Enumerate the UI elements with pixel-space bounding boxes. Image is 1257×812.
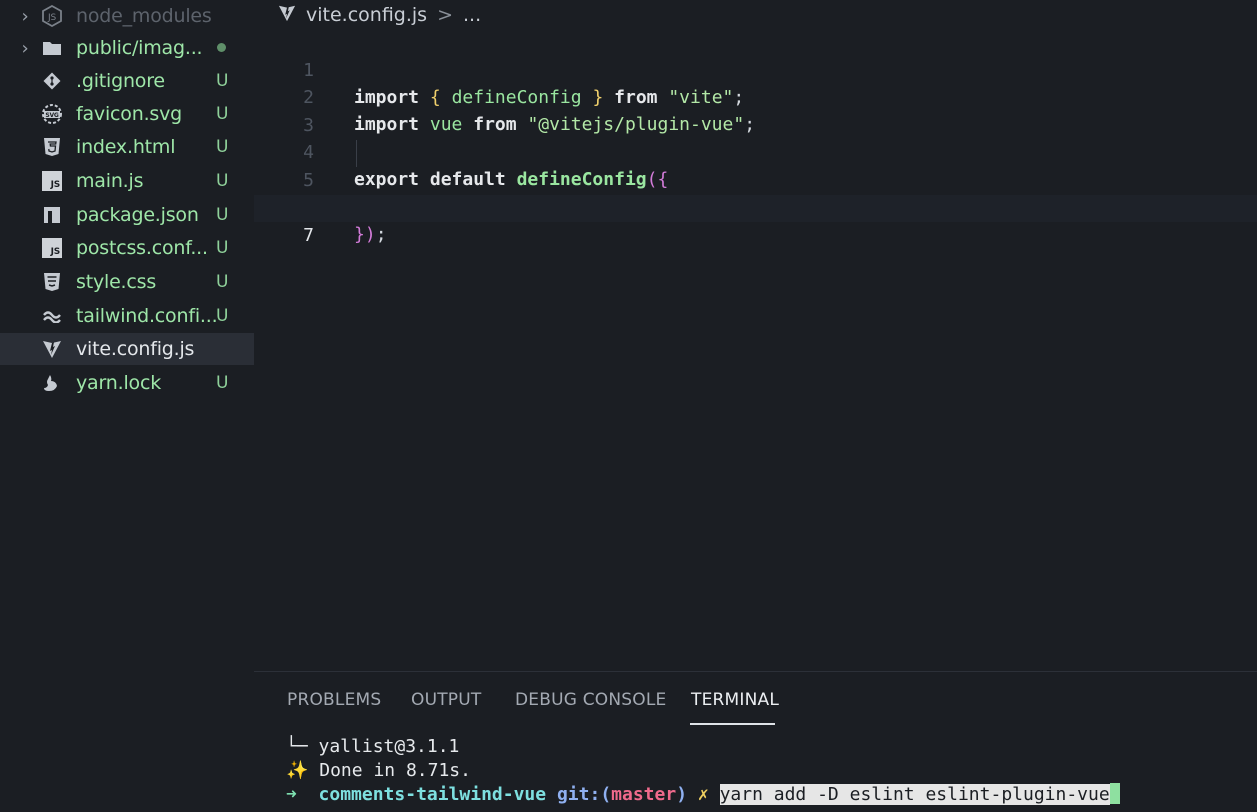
vite-icon bbox=[40, 337, 64, 361]
svg-text:SVG: SVG bbox=[45, 112, 59, 119]
explorer-item-favicon[interactable]: SVG favicon.svg U bbox=[0, 98, 254, 130]
git-icon bbox=[40, 69, 64, 93]
sparkles-icon: ✨ bbox=[286, 760, 309, 781]
untracked-status: U bbox=[216, 104, 229, 124]
terminal-command[interactable]: yarn add -D eslint eslint-plugin-vue bbox=[719, 784, 1110, 805]
file-name: .gitignore bbox=[76, 70, 165, 92]
file-name: package.json bbox=[76, 204, 199, 226]
tailwind-icon bbox=[40, 304, 64, 328]
untracked-status: U bbox=[216, 205, 229, 225]
breadcrumb-separator: > bbox=[437, 4, 453, 26]
active-tab-indicator bbox=[690, 723, 775, 725]
untracked-status: U bbox=[216, 71, 229, 91]
explorer-sidebar: › JS node_modules › public/imag... .giti… bbox=[0, 0, 254, 811]
js-file-icon: JS bbox=[40, 236, 64, 260]
file-name: postcss.conf... bbox=[76, 237, 208, 259]
code-line[interactable]: 4 export default defineConfig({ bbox=[254, 112, 1257, 190]
line-number: 7 bbox=[303, 225, 314, 246]
chevron-right-icon[interactable]: › bbox=[18, 6, 32, 27]
untracked-status: U bbox=[216, 373, 229, 393]
file-name: tailwind.confi... bbox=[76, 305, 218, 327]
code-editor[interactable]: vite.config.js > ... 1 import { defineCo… bbox=[254, 0, 1257, 671]
file-name: yarn.lock bbox=[76, 372, 161, 394]
chevron-right-icon[interactable]: › bbox=[18, 38, 32, 59]
breadcrumb-file[interactable]: vite.config.js bbox=[306, 4, 427, 26]
untracked-status: U bbox=[216, 238, 229, 258]
prompt-git-label: git: bbox=[556, 784, 601, 805]
vite-icon bbox=[278, 4, 296, 27]
file-name: favicon.svg bbox=[76, 103, 183, 125]
tab-output[interactable]: OUTPUT bbox=[411, 690, 482, 710]
nodejs-icon: JS bbox=[40, 4, 64, 28]
untracked-status: U bbox=[216, 306, 229, 326]
code-line[interactable]: 2 import vue from "@vitejs/plugin-vue"; bbox=[254, 57, 1257, 135]
explorer-item-tailwind-config[interactable]: tailwind.confi... U bbox=[0, 300, 254, 332]
tab-debug-console[interactable]: DEBUG CONSOLE bbox=[515, 690, 666, 710]
tab-terminal[interactable]: TERMINAL bbox=[691, 690, 779, 710]
file-name: index.html bbox=[76, 136, 176, 158]
explorer-item-main-js[interactable]: JS main.js U bbox=[0, 165, 254, 197]
file-name: public/imag... bbox=[76, 37, 203, 59]
prompt-paren: ( bbox=[600, 784, 612, 805]
prompt-arrow-icon: ➜ bbox=[286, 784, 297, 805]
terminal-prompt-line[interactable]: ➜ comments-tailwind-vue git:(master) ✗ y… bbox=[286, 783, 1120, 807]
html5-icon bbox=[40, 135, 64, 159]
punctuation: ; bbox=[375, 224, 387, 245]
explorer-item-package-json[interactable]: package.json U bbox=[0, 199, 254, 231]
indent-guide bbox=[356, 140, 357, 167]
dirty-mark-icon: ✗ bbox=[697, 784, 709, 805]
explorer-item-node-modules[interactable]: › JS node_modules bbox=[0, 0, 254, 32]
terminal-output-line: └─ yallist@3.1.1 bbox=[286, 736, 460, 757]
bottom-panel: PROBLEMS OUTPUT DEBUG CONSOLE TERMINAL └… bbox=[254, 671, 1257, 812]
prompt-directory: comments-tailwind-vue bbox=[318, 784, 547, 805]
paren: ) bbox=[364, 224, 376, 245]
code-line[interactable]: 6 }); bbox=[254, 167, 1257, 245]
js-file-icon: JS bbox=[40, 169, 64, 193]
code-line[interactable]: 5 plugins: [vue()], bbox=[254, 140, 1257, 218]
yarn-icon bbox=[40, 371, 64, 395]
breadcrumb: vite.config.js > ... bbox=[278, 2, 481, 28]
file-name: vite.config.js bbox=[76, 338, 195, 360]
code-line[interactable]: 1 import { defineConfig } from "vite"; bbox=[254, 30, 1257, 108]
untracked-status: U bbox=[216, 137, 229, 157]
untracked-status: U bbox=[216, 171, 229, 191]
explorer-item-gitignore[interactable]: .gitignore U bbox=[0, 65, 254, 97]
explorer-item-index-html[interactable]: index.html U bbox=[0, 131, 254, 163]
terminal-output-line: ✨ Done in 8.71s. bbox=[286, 759, 471, 783]
terminal-cursor bbox=[1109, 783, 1120, 804]
svg-text:JS: JS bbox=[47, 13, 56, 23]
breadcrumb-more[interactable]: ... bbox=[463, 4, 481, 26]
svg-file-icon: SVG bbox=[40, 102, 64, 126]
folder-icon bbox=[40, 36, 64, 60]
explorer-item-public-images[interactable]: › public/imag... bbox=[0, 32, 254, 64]
npm-icon bbox=[40, 203, 64, 227]
prompt-branch: master bbox=[611, 784, 677, 805]
file-name: main.js bbox=[76, 170, 144, 192]
explorer-item-yarn-lock[interactable]: yarn.lock U bbox=[0, 367, 254, 399]
modified-dot-icon bbox=[217, 43, 226, 52]
tab-problems[interactable]: PROBLEMS bbox=[287, 690, 381, 710]
explorer-item-style-css[interactable]: style.css U bbox=[0, 266, 254, 298]
code-line-current[interactable]: 7 bbox=[254, 195, 1257, 246]
explorer-item-vite-config[interactable]: vite.config.js bbox=[0, 333, 254, 365]
file-name: style.css bbox=[76, 271, 157, 293]
untracked-status: U bbox=[216, 272, 229, 292]
explorer-item-postcss-config[interactable]: JS postcss.conf... U bbox=[0, 232, 254, 264]
code-line[interactable]: 3 bbox=[254, 85, 1257, 136]
prompt-paren: ) bbox=[676, 784, 688, 805]
css3-icon bbox=[40, 270, 64, 294]
terminal-text: Done in 8.71s. bbox=[308, 760, 471, 781]
brace: } bbox=[354, 224, 365, 245]
file-name: node_modules bbox=[76, 5, 212, 27]
